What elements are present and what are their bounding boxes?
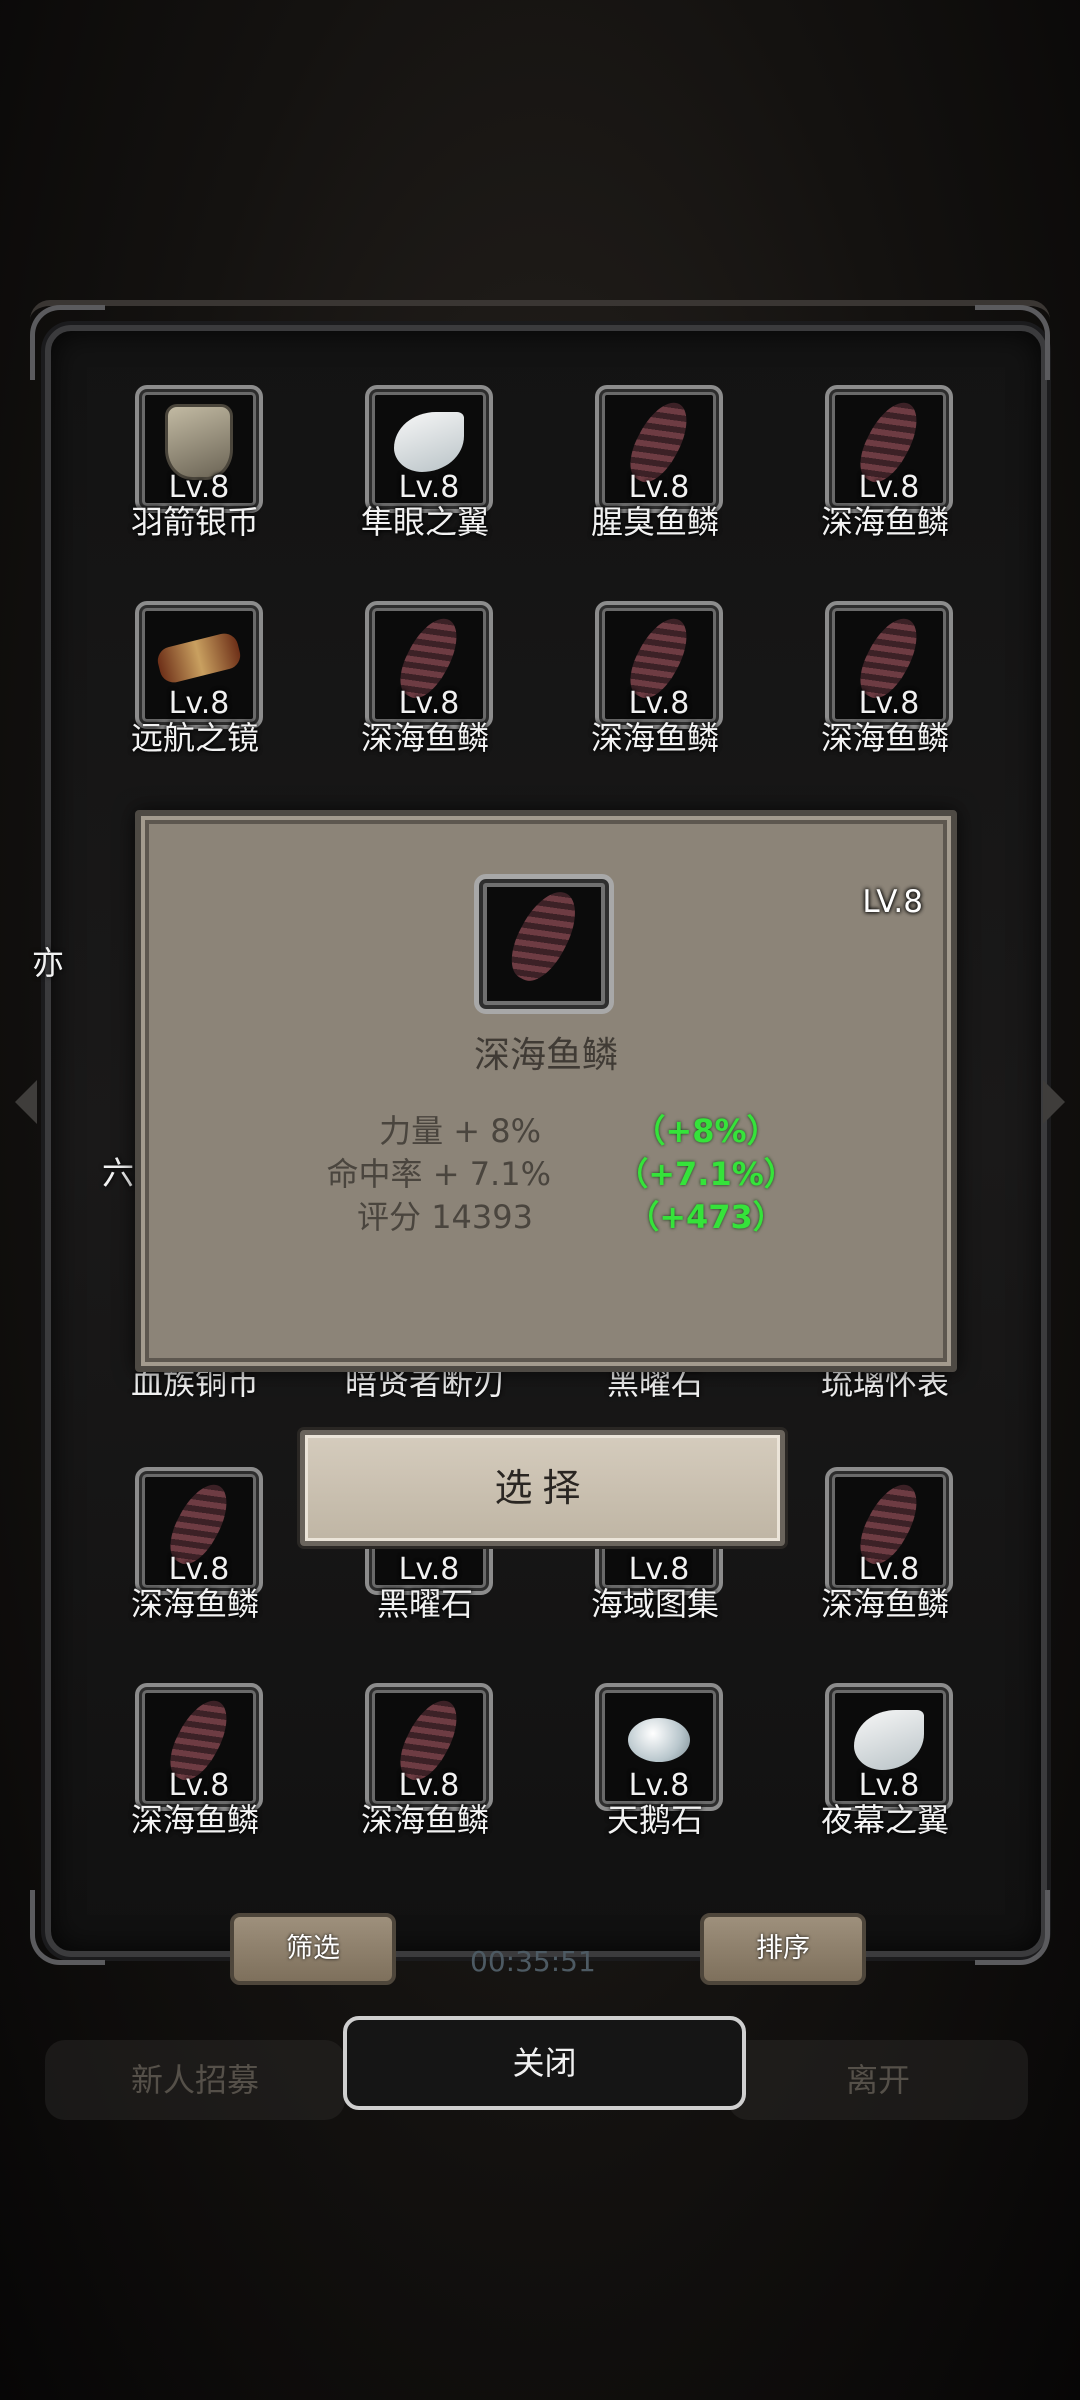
item-slot: Lv.8: [825, 1683, 953, 1811]
detail-level: LV.8: [862, 884, 923, 920]
inventory-item[interactable]: Lv.8 深海鱼鳞: [575, 601, 735, 761]
item-name: 羽箭银币: [130, 503, 259, 541]
stat-label: 力量 + 8%: [379, 1112, 541, 1150]
inventory-item[interactable]: Lv.8 深海鱼鳞: [115, 1467, 275, 1627]
item-slot: Lv.8: [135, 601, 263, 729]
detail-item-slot: [474, 874, 614, 1014]
item-name: 天鹅石: [606, 1801, 703, 1839]
item-slot: Lv.8: [365, 1683, 493, 1811]
stone-icon: [628, 1717, 690, 1762]
corner-ornament: [975, 1890, 1050, 1965]
item-slot: Lv.8: [135, 385, 263, 513]
item-name-fragment: 亦: [31, 944, 64, 982]
corner-ornament: [30, 305, 105, 380]
inventory-item[interactable]: Lv.8 远航之镜: [115, 601, 275, 761]
inventory-item[interactable]: Lv.8 深海鱼鳞: [115, 1683, 275, 1843]
spyglass-icon: [154, 630, 244, 686]
stat-label: 评分 14393: [357, 1198, 533, 1236]
item-name: 深海鱼鳞: [360, 1801, 489, 1839]
item-slot: Lv.8: [135, 1683, 263, 1811]
item-slot: Lv.8: [595, 385, 723, 513]
inventory-item[interactable]: Lv.8 天鹅石: [575, 1683, 735, 1843]
shield-coin-icon: [165, 403, 233, 480]
background-recruit-button: 新人招募: [45, 2040, 345, 2120]
inventory-item[interactable]: Lv.8 腥臭鱼鳞: [575, 385, 735, 545]
item-name: 深海鱼鳞: [130, 1585, 259, 1623]
inventory-item[interactable]: Lv.8 羽箭银币: [115, 385, 275, 545]
stat-bonus: （+7.1%）: [616, 1155, 796, 1193]
item-name: 深海鱼鳞: [360, 719, 489, 757]
inventory-item[interactable]: Lv.8 深海鱼鳞: [805, 385, 965, 545]
stat-bonus: （+473）: [627, 1198, 785, 1236]
item-slot: Lv.8: [595, 1683, 723, 1811]
stat-bonus: （+8%）: [633, 1112, 779, 1150]
item-slot: Lv.8: [365, 601, 493, 729]
item-name: 深海鱼鳞: [820, 719, 949, 757]
item-name: 海域图集: [590, 1585, 719, 1623]
item-slot: Lv.8: [825, 601, 953, 729]
stat-label: 命中率 + 7.1%: [326, 1155, 551, 1193]
wing-icon: [854, 1709, 924, 1770]
item-name: 深海鱼鳞: [820, 503, 949, 541]
item-name: 远航之镜: [130, 719, 259, 757]
item-name: 隼眼之翼: [360, 503, 489, 541]
item-name: 深海鱼鳞: [820, 1585, 949, 1623]
inventory-item[interactable]: Lv.8 夜幕之翼: [805, 1683, 965, 1843]
corner-ornament: [975, 305, 1050, 380]
inventory-item[interactable]: Lv.8 深海鱼鳞: [345, 1683, 505, 1843]
detail-title: 深海鱼鳞: [473, 1035, 618, 1076]
wing-icon: [394, 411, 464, 472]
item-name: 夜幕之翼: [820, 1801, 949, 1839]
item-slot: Lv.8: [595, 601, 723, 729]
item-slot: Lv.8: [825, 385, 953, 513]
inventory-item[interactable]: Lv.8 深海鱼鳞: [805, 1467, 965, 1627]
item-name: 腥臭鱼鳞: [590, 503, 719, 541]
inventory-item[interactable]: Lv.8 深海鱼鳞: [345, 601, 505, 761]
scale-icon: [500, 882, 588, 990]
inventory-item[interactable]: Lv.8 深海鱼鳞: [805, 601, 965, 761]
right-arrow-icon[interactable]: [1043, 1080, 1065, 1124]
inventory-item[interactable]: Lv.8 隼眼之翼: [345, 385, 505, 545]
sort-button[interactable]: 排序: [700, 1913, 866, 1985]
item-name: 深海鱼鳞: [590, 719, 719, 757]
background-timer: 00:35:51: [470, 1945, 596, 1978]
close-button[interactable]: 关闭: [343, 2016, 746, 2110]
select-button[interactable]: 选择: [300, 1430, 785, 1546]
item-name: 深海鱼鳞: [130, 1801, 259, 1839]
item-name: 黑曜石: [376, 1585, 473, 1623]
filter-button[interactable]: 筛选: [230, 1913, 396, 1985]
left-arrow-icon[interactable]: [15, 1080, 37, 1124]
item-detail-popup: LV.8 深海鱼鳞 力量 + 8% （+8%） 命中率 + 7.1% （+7.1…: [135, 810, 957, 1372]
background-leave-button: 离开: [728, 2040, 1028, 2120]
item-slot: Lv.8: [135, 1467, 263, 1595]
item-slot: Lv.8: [825, 1467, 953, 1595]
item-slot: Lv.8: [365, 385, 493, 513]
corner-ornament: [30, 1890, 105, 1965]
